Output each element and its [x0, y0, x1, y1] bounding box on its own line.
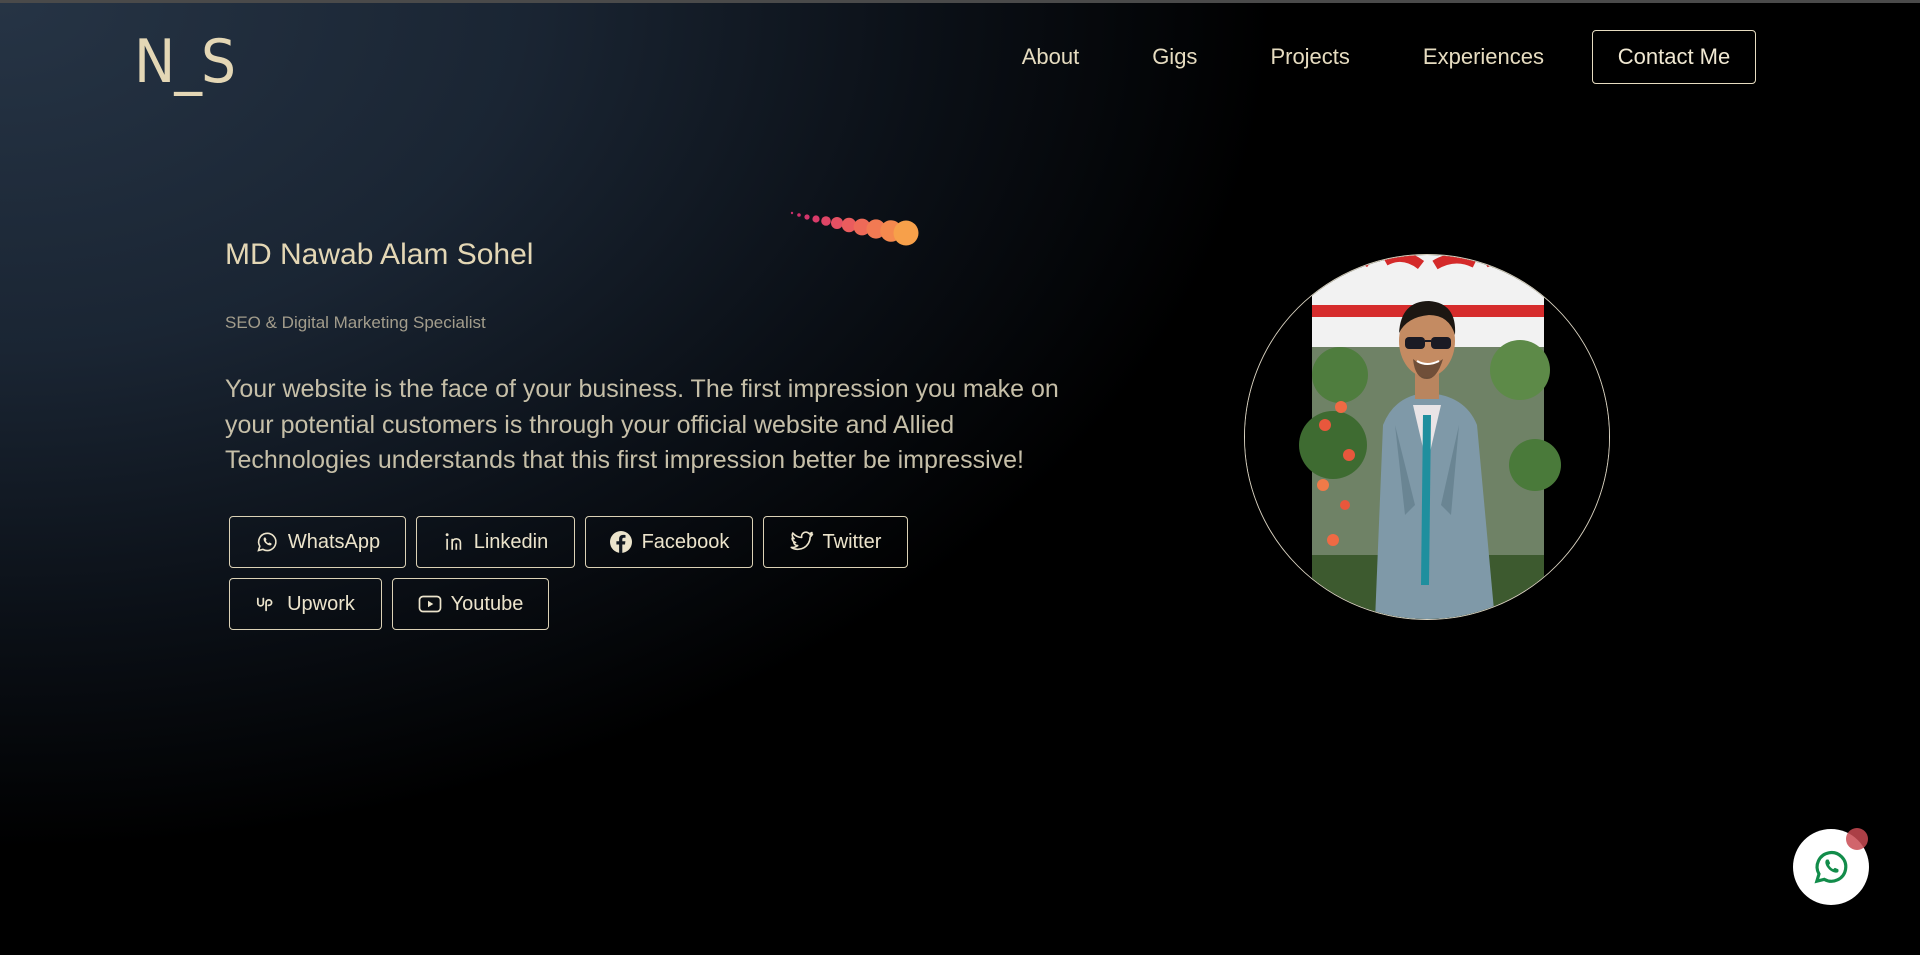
upwork-icon — [257, 597, 273, 612]
main-nav: About Gigs Projects Experiences Contact … — [1022, 28, 1756, 86]
hero-name: MD Nawab Alam Sohel — [225, 238, 534, 271]
upwork-label: Upwork — [287, 592, 355, 615]
nav-experiences[interactable]: Experiences — [1423, 28, 1544, 86]
whatsapp-icon — [257, 532, 277, 552]
top-border — [0, 0, 1920, 3]
linkedin-label: Linkedin — [473, 530, 549, 553]
youtube-button[interactable]: Youtube — [392, 578, 549, 630]
social-links: WhatsApp Linkedin Facebook Twitter Upwor… — [229, 516, 929, 640]
hero-role: SEO & Digital Marketing Specialist — [225, 313, 486, 332]
profile-avatar — [1244, 254, 1610, 620]
twitter-button[interactable]: Twitter — [763, 516, 908, 568]
whatsapp-button[interactable]: WhatsApp — [229, 516, 406, 568]
linkedin-icon — [445, 533, 461, 550]
youtube-label: Youtube — [450, 592, 524, 615]
twitter-icon — [790, 531, 813, 551]
site-logo[interactable]: N_S — [134, 26, 236, 98]
hero-tagline: Your website is the face of your busines… — [225, 375, 1059, 474]
whatsapp-label: WhatsApp — [287, 530, 381, 553]
comet-decoration — [790, 211, 919, 246]
youtube-icon — [418, 595, 442, 613]
contact-me-button[interactable]: Contact Me — [1592, 30, 1756, 84]
linkedin-button[interactable]: Linkedin — [416, 516, 575, 568]
nav-projects[interactable]: Projects — [1270, 28, 1349, 86]
upwork-button[interactable]: Upwork — [229, 578, 382, 630]
nav-about[interactable]: About — [1022, 28, 1080, 86]
facebook-label: Facebook — [641, 530, 730, 553]
profile-photo — [1245, 255, 1609, 619]
twitter-label: Twitter — [822, 530, 882, 553]
whatsapp-icon — [1814, 850, 1848, 884]
notification-dot — [1846, 828, 1868, 850]
facebook-icon — [609, 531, 632, 553]
nav-gigs[interactable]: Gigs — [1152, 28, 1197, 86]
facebook-button[interactable]: Facebook — [585, 516, 753, 568]
